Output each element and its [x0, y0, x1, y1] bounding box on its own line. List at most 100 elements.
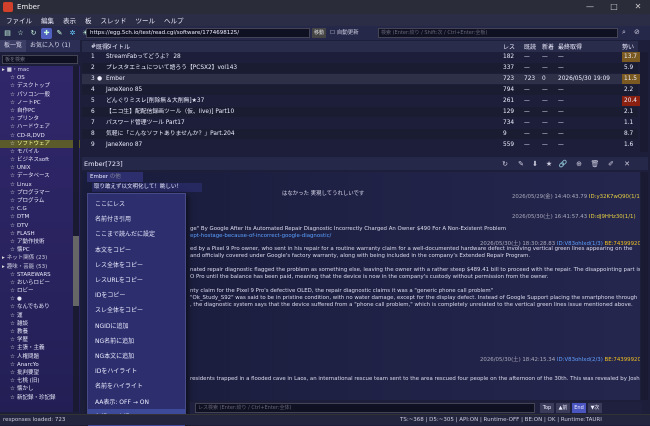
thread-row[interactable]: 8 気軽に「こんなソフトありませんか？」Part.204 9 — — — 8.7: [82, 129, 638, 139]
thread-list-scrollbar[interactable]: [640, 52, 648, 152]
sidebar-item[interactable]: ☆ パソコン一般: [0, 91, 80, 99]
sidebar-item[interactable]: ☆ プログラム: [0, 197, 80, 205]
menu-board[interactable]: 板: [85, 15, 92, 25]
top-button[interactable]: Top: [540, 403, 554, 413]
post-id[interactable]: ID:dJ9HHz30(1/1): [589, 214, 636, 220]
edit-icon[interactable]: ✐: [606, 159, 616, 169]
write-icon[interactable]: ✎: [54, 28, 65, 39]
sidebar-item[interactable]: ☆ CD-R,DVD: [0, 132, 80, 140]
sidebar-item[interactable]: ☆ ノートPC: [0, 99, 80, 107]
refresh-icon[interactable]: ↻: [28, 28, 39, 39]
url-input[interactable]: https://egg.5ch.io/test/read.cgi/softwar…: [86, 28, 310, 38]
sidebar-item[interactable]: ☆ プログラマー: [0, 189, 80, 197]
close-tab-icon[interactable]: ✕: [622, 159, 632, 169]
sidebar-item[interactable]: ☆ ビジネスsoft: [0, 156, 80, 164]
sidebar-item[interactable]: ☆ 主張・主義: [0, 344, 80, 352]
sidebar-item[interactable]: ☆ なんでもあり: [0, 303, 80, 311]
sidebar-item[interactable]: ☆ UNIX: [0, 164, 80, 172]
menu-thread[interactable]: スレッド: [101, 15, 127, 25]
sidebar-item[interactable]: ▸ ネット関係 (23): [0, 254, 80, 262]
col-res[interactable]: レス: [503, 42, 515, 51]
sidebar-item[interactable]: ☆ 教養: [0, 328, 80, 336]
sidebar-item[interactable]: ☆ ●: [0, 295, 80, 303]
maximize-button[interactable]: □: [602, 0, 626, 14]
sidebar-item[interactable]: ☆ 雑談: [0, 320, 80, 328]
col-last[interactable]: 最終取得: [558, 42, 582, 51]
new-thread-icon[interactable]: ✚: [41, 27, 52, 39]
thread-row[interactable]: 5 どんぐりミスレ[削除無＆大削無]★37 261— — —20.4: [82, 96, 645, 106]
thread-row[interactable]: 1 StreamFabってどうよ？ 28 182— — —13.7: [82, 52, 645, 62]
sidebar-item[interactable]: ☆ ハードウェア: [0, 123, 80, 131]
auto-refresh-checkbox[interactable]: ☐ 自動更新: [330, 28, 359, 38]
menu-tools[interactable]: ツール: [136, 15, 156, 25]
sidebar-item[interactable]: ☆ ア動作技術: [0, 238, 80, 246]
col-title[interactable]: タイトル: [106, 42, 130, 51]
sidebar-item[interactable]: ☆ STAREWARS: [0, 271, 80, 279]
sidebar-item[interactable]: ☆ 批判要望: [0, 369, 80, 377]
sidebar-item[interactable]: ☆ ソフトウェア: [0, 139, 80, 148]
post-id[interactable]: ID:V83ohIxd(1/3): [557, 241, 603, 247]
sidebar-item[interactable]: ☆ デスクトップ: [0, 82, 80, 90]
thread-row[interactable]: 7 パスワード管理ツール Part17 734 — — — 1.1: [82, 118, 638, 128]
minimize-button[interactable]: —: [578, 0, 602, 14]
post-be[interactable]: BE:743999204: [605, 357, 640, 363]
post-be[interactable]: BE:743999204: [605, 241, 640, 247]
sidebar-item[interactable]: ☆ Linux: [0, 181, 80, 189]
thread-row[interactable]: 4 JaneXeno 85 794 — — — 2.2: [82, 85, 638, 95]
response-search-input[interactable]: レス検索 (Enter:絞り / Ctrl+Enter:全体): [195, 403, 535, 413]
sidebar-item[interactable]: ☆ ロビー: [0, 287, 80, 295]
next-button[interactable]: ▼次: [588, 403, 602, 413]
star-icon[interactable]: ★: [544, 159, 554, 169]
thread-scrollbar[interactable]: [641, 172, 648, 400]
sidebar-item[interactable]: ☆ 人権問題: [0, 353, 80, 361]
write-reply-icon[interactable]: ✎: [516, 159, 526, 169]
post-link[interactable]: ept-hostage-because-of-incorrect-google-…: [190, 233, 331, 239]
sidebar-item[interactable]: ☆ 新記録・珍記録: [0, 394, 80, 402]
sidebar-item[interactable]: ☆ OS: [0, 74, 80, 82]
sidebar-item[interactable]: ☆ プリンタ: [0, 115, 80, 123]
sidebar-item[interactable]: ☆ データベース: [0, 172, 80, 180]
col-read[interactable]: 既読: [524, 42, 536, 51]
search-icon[interactable]: ⌕: [622, 28, 626, 37]
sidebar-item[interactable]: ☆ 懐かし: [0, 385, 80, 393]
sidebar-item[interactable]: ☆ 自作PC: [0, 107, 80, 115]
sidebar-item[interactable]: ☆ おいらロビー: [0, 279, 80, 287]
thread-row[interactable]: 6 【ニコ生】配配信録画ツール（仮、live)] Part10 129 — — — 2.1: [82, 107, 638, 117]
sidebar-item[interactable]: ☆ AnarcYo: [0, 361, 80, 369]
sidebar-item[interactable]: ☆ FLASH: [0, 230, 80, 238]
go-button[interactable]: 移動: [312, 28, 326, 38]
settings-icon[interactable]: ✲: [67, 28, 78, 39]
thumbs-icon[interactable]: ⊕: [574, 159, 584, 169]
thread-row[interactable]: 3 ● Ember 723 723 0 2026/05/30 19:09 11.5: [82, 74, 645, 84]
sidebar-item[interactable]: ▸ ■・mac: [0, 66, 80, 74]
sidebar-item[interactable]: ☆ モバイル: [0, 148, 80, 156]
col-ikioi[interactable]: 勢い: [622, 42, 634, 51]
tab-board-list[interactable]: 板一覧: [0, 40, 27, 52]
board-list-icon[interactable]: ▤: [2, 28, 13, 39]
menu-edit[interactable]: 編集: [41, 15, 54, 25]
end-button[interactable]: End: [572, 403, 586, 413]
favorite-icon[interactable]: ☆: [15, 28, 26, 39]
reload-icon[interactable]: ↻: [500, 159, 510, 169]
post-id[interactable]: ID:V83ohIxd(2/3): [557, 357, 603, 363]
menu-file[interactable]: ファイル: [6, 15, 32, 25]
thread-row[interactable]: 2 プレスタエミュについて語ろう【PCSX2】vol143 337 — — — 5.9: [82, 63, 638, 73]
col-new[interactable]: 新着: [542, 42, 554, 51]
prev-button[interactable]: ▲前: [556, 403, 570, 413]
link-icon[interactable]: 🔗: [558, 159, 568, 169]
sidebar-item[interactable]: ☆ 運: [0, 312, 80, 320]
sidebar-item[interactable]: ☆ C.G: [0, 205, 80, 213]
bookmark-icon[interactable]: ⬇: [530, 159, 540, 169]
sidebar-scrollbar[interactable]: [73, 66, 79, 412]
search-input[interactable]: 検索 (Enter:絞り / Shift:次 / Ctrl+Enter:全板): [378, 28, 618, 38]
sidebar-item[interactable]: ☆ DTM: [0, 213, 80, 221]
close-button[interactable]: ✕: [626, 0, 650, 14]
sidebar-item[interactable]: ☆ 七桃 (旧): [0, 377, 80, 385]
tab-favorites[interactable]: お気に入り (1): [26, 40, 74, 52]
trash-icon[interactable]: 🗑: [590, 159, 600, 169]
sidebar-item[interactable]: ☆ 懐PC: [0, 246, 80, 254]
menu-view[interactable]: 表示: [63, 15, 76, 25]
thread-row[interactable]: 9 JaneXeno 87 559 — — — 1.6: [82, 140, 638, 150]
sidebar-item[interactable]: ☆ DTV: [0, 222, 80, 230]
sidebar-item[interactable]: ▸ 趣味・芸能 (53): [0, 263, 80, 271]
